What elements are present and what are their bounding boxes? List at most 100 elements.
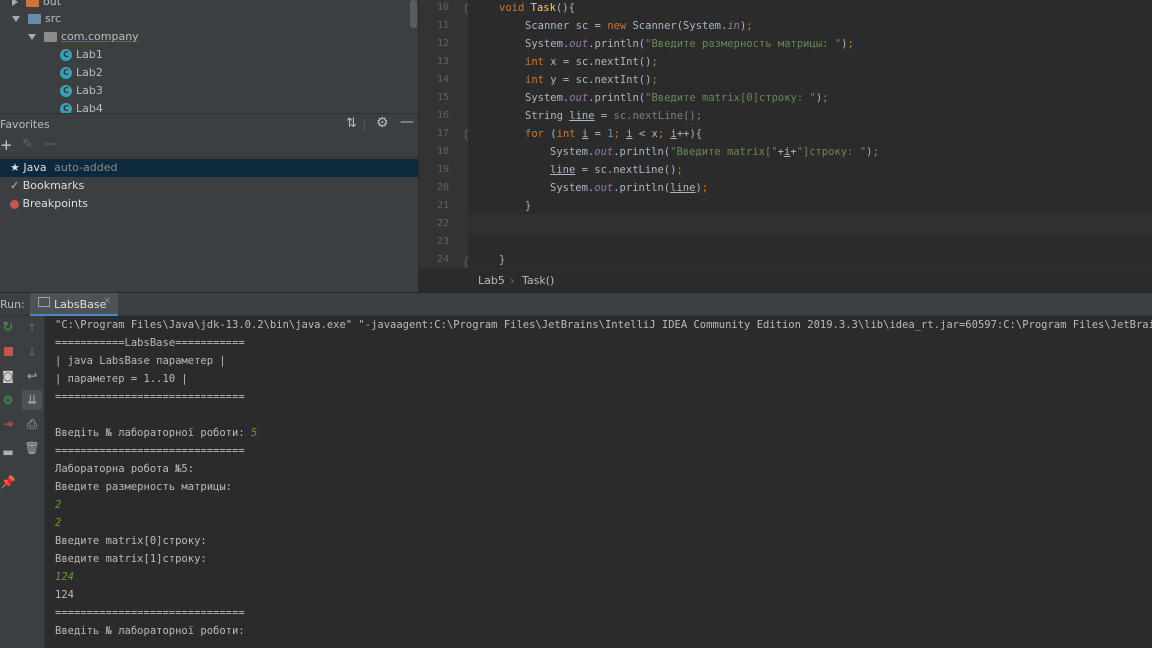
soft-wrap-icon[interactable]: ↩	[24, 368, 40, 384]
chevron-down-icon[interactable]	[28, 34, 36, 40]
current-line-highlight	[468, 215, 1152, 233]
rerun-icon[interactable]: ↻	[0, 320, 16, 336]
code-line: }	[525, 200, 532, 212]
breadcrumb-method[interactable]: Task()	[522, 269, 554, 293]
favorites-item-bookmarks[interactable]: ✓ Bookmarks	[0, 177, 418, 195]
console-line: Введіть № лабораторної роботи:	[55, 625, 245, 637]
tab-label: LabsBase	[54, 298, 107, 311]
run-toolbar-primary: ↻ ◙ ⚙ ⇥ ▬ 📌	[0, 316, 20, 648]
console-line: ==============================	[55, 391, 245, 403]
console-line: 124	[55, 589, 74, 601]
scroll-to-end-icon: ⇊	[26, 393, 38, 407]
tab-labsbase[interactable]: LabsBase ✕	[30, 293, 118, 316]
layout-icon[interactable]: ▬	[0, 444, 16, 460]
console-line: Введите matrix[0]строку:	[55, 535, 207, 547]
line-number: 12	[436, 38, 449, 49]
console-line: | java LabsBase параметер |	[55, 355, 226, 367]
console-line: 124	[55, 568, 74, 586]
code-line: System.out.println(line);	[550, 182, 709, 194]
class-icon: C	[60, 103, 72, 113]
tree-item-class[interactable]: C Lab2	[60, 64, 103, 82]
print-icon[interactable]: ⎙	[24, 416, 40, 432]
chevron-right-icon[interactable]	[12, 0, 18, 6]
breadcrumb: Lab5 › Task()	[418, 268, 1152, 293]
console-line: Лабораторна робота №5:	[55, 463, 195, 475]
collapse-all-icon[interactable]: ⇅	[346, 116, 357, 131]
code-line: System.out.println("Введите matrix["+i+"…	[550, 146, 879, 158]
stop-icon[interactable]	[0, 344, 16, 360]
tree-item-src[interactable]: src	[12, 10, 61, 28]
code-line: for (int i = 1; i < x; i++){	[525, 128, 703, 140]
minimize-icon[interactable]: —	[400, 114, 414, 130]
scroll-to-end-toggle[interactable]: ⇊	[22, 390, 42, 410]
class-icon: C	[60, 49, 72, 61]
trash-icon[interactable]: 🗑	[24, 440, 40, 456]
console-output[interactable]: "C:\Program Files\Java\jdk-13.0.2\bin\ja…	[45, 316, 1152, 648]
arrow-up-icon[interactable]: ↑	[24, 320, 40, 336]
favorites-list: ★ Java auto-added ✓ Bookmarks Breakpoint…	[0, 158, 418, 292]
console-line: 2	[55, 496, 61, 514]
user-input: 124	[55, 571, 74, 583]
console-line: ===========LabsBase===========	[55, 337, 245, 349]
add-icon[interactable]: +	[0, 136, 13, 154]
line-number: 20	[436, 182, 449, 193]
project-tree: out src com.company C Lab1 C Lab2 C Lab3 CL…	[0, 0, 418, 113]
line-number: 11	[436, 20, 449, 31]
console-line: ==============================	[55, 445, 245, 457]
tree-item-package[interactable]: com.company	[28, 28, 139, 46]
run-label: Run:	[0, 298, 25, 311]
line-number: 13	[436, 56, 449, 67]
line-number: 24	[436, 254, 449, 265]
tree-item-class[interactable]: C Lab4	[60, 100, 103, 113]
divider	[364, 119, 365, 131]
class-icon: C	[60, 67, 72, 79]
gear-icon[interactable]: ⚙	[376, 115, 389, 131]
camera-icon[interactable]: ◙	[0, 368, 16, 384]
console-line: Введите matrix[1]строку:	[55, 553, 207, 565]
breadcrumb-class[interactable]: Lab5	[478, 269, 505, 293]
remove-icon[interactable]: —	[44, 136, 58, 152]
code-line: System.out.println("Введите размерность …	[525, 38, 854, 50]
code-line: int x = sc.nextInt();	[525, 56, 658, 68]
code-editor[interactable]: void Task(){ Scanner sc = new Scanner(Sy…	[468, 0, 1152, 268]
pin-icon[interactable]: 📌	[0, 474, 16, 490]
user-input: 2	[55, 517, 62, 529]
code-line: System.out.println("Введите matrix[0]стр…	[525, 92, 829, 104]
console-line: Введіть № лабораторної роботи: 5	[55, 427, 258, 439]
editor-gutter: 10 11 12 13 14 15 16 17 18 19 20 21 22 2…	[418, 0, 474, 268]
favorites-item-breakpoints[interactable]: Breakpoints	[0, 195, 418, 213]
console-line: | параметер = 1..10 |	[55, 373, 188, 385]
class-icon: C	[60, 85, 72, 97]
code-line: line = sc.nextLine();	[550, 164, 683, 176]
edit-icon[interactable]: ✎	[22, 137, 33, 152]
scrollbar-thumb[interactable]	[410, 0, 417, 28]
favorites-title: Favorites	[0, 118, 50, 131]
close-icon[interactable]: ✕	[103, 296, 111, 307]
run-panel-header: Run: LabsBase ✕	[0, 292, 1152, 316]
line-number: 21	[436, 200, 449, 211]
star-icon: ★	[10, 161, 20, 174]
console-line: Введите размерность матрицы:	[55, 481, 233, 493]
package-icon	[44, 32, 57, 42]
exit-icon[interactable]: ⇥	[0, 416, 16, 432]
arrow-down-icon[interactable]: ↓	[24, 344, 40, 360]
console-line: ==============================	[55, 607, 245, 619]
line-number: 22	[436, 218, 449, 229]
console-line: "C:\Program Files\Java\jdk-13.0.2\bin\ja…	[55, 319, 1152, 331]
console-line: 2	[55, 514, 61, 532]
tree-item-class[interactable]: C Lab3	[60, 82, 103, 100]
folder-icon	[28, 14, 41, 24]
chevron-down-icon[interactable]	[12, 16, 20, 22]
line-number: 18	[436, 146, 449, 157]
tree-item-class[interactable]: C Lab1	[60, 46, 103, 64]
code-line: }	[499, 254, 506, 266]
chevron-right-icon: ›	[510, 274, 515, 287]
favorites-item-java[interactable]: ★ Java auto-added	[0, 159, 418, 177]
debug-gear-icon[interactable]: ⚙	[0, 392, 16, 408]
run-toolbar-secondary: ↑ ↓ ↩ ⇊ ⎙ 🗑	[20, 316, 45, 648]
line-number: 19	[436, 164, 449, 175]
check-icon: ✓	[10, 179, 20, 192]
breakpoint-icon	[10, 199, 19, 209]
favorites-toolbar: + ✎ —	[0, 135, 418, 158]
line-number: 17	[436, 128, 449, 139]
